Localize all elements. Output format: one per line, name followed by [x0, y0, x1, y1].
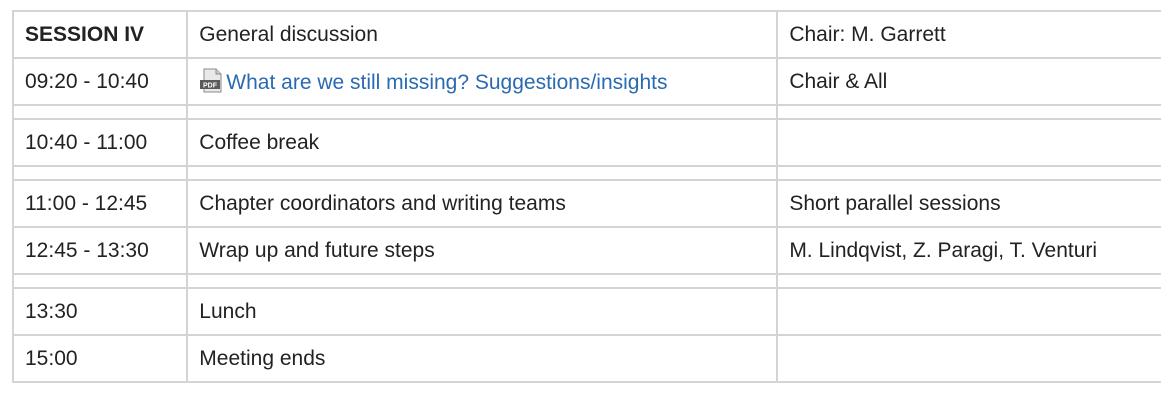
session-topic: General discussion	[186, 10, 779, 59]
pdf-icon[interactable]: PDF	[199, 68, 224, 93]
row-who: Chair & All	[776, 57, 1161, 106]
talk-link[interactable]: What are we still missing? Suggestions/i…	[226, 71, 667, 94]
row-time: 09:20 - 10:40	[11, 57, 189, 106]
row-time: 10:40 - 11:00	[11, 118, 189, 167]
row-event: Lunch	[186, 287, 779, 336]
svg-text:PDF: PDF	[203, 83, 218, 90]
row-time: 11:00 - 12:45	[11, 179, 189, 228]
row-who	[776, 334, 1161, 383]
row-time: 12:45 - 13:30	[11, 226, 189, 275]
spacer-row	[11, 165, 1161, 181]
row-event: Wrap up and future steps	[186, 226, 779, 275]
row-event: Meeting ends	[186, 334, 779, 383]
row-event: Coffee break	[186, 118, 779, 167]
row-who: M. Lindqvist, Z. Paragi, T. Venturi	[776, 226, 1161, 275]
schedule-row: 09:20 - 10:40 PDF What are we still miss…	[11, 57, 1161, 106]
row-event: Chapter coordinators and writing teams	[186, 179, 779, 228]
row-who	[776, 118, 1161, 167]
schedule-row: 11:00 - 12:45 Chapter coordinators and w…	[11, 179, 1161, 228]
schedule-row: 10:40 - 11:00 Coffee break	[11, 118, 1161, 167]
row-time: 15:00	[11, 334, 189, 383]
row-event: PDF What are we still missing? Suggestio…	[186, 57, 779, 106]
schedule-row: 15:00 Meeting ends	[11, 334, 1161, 383]
spacer-row	[11, 104, 1161, 120]
schedule-table: SESSION IV General discussion Chair: M. …	[11, 10, 1161, 383]
schedule-row: 12:45 - 13:30 Wrap up and future steps M…	[11, 226, 1161, 275]
session-header-row: SESSION IV General discussion Chair: M. …	[11, 10, 1161, 59]
row-who: Short parallel sessions	[776, 179, 1161, 228]
session-chair: Chair: M. Garrett	[776, 10, 1161, 59]
row-time: 13:30	[11, 287, 189, 336]
schedule-row: 13:30 Lunch	[11, 287, 1161, 336]
spacer-row	[11, 273, 1161, 289]
session-title: SESSION IV	[11, 10, 189, 59]
row-who	[776, 287, 1161, 336]
